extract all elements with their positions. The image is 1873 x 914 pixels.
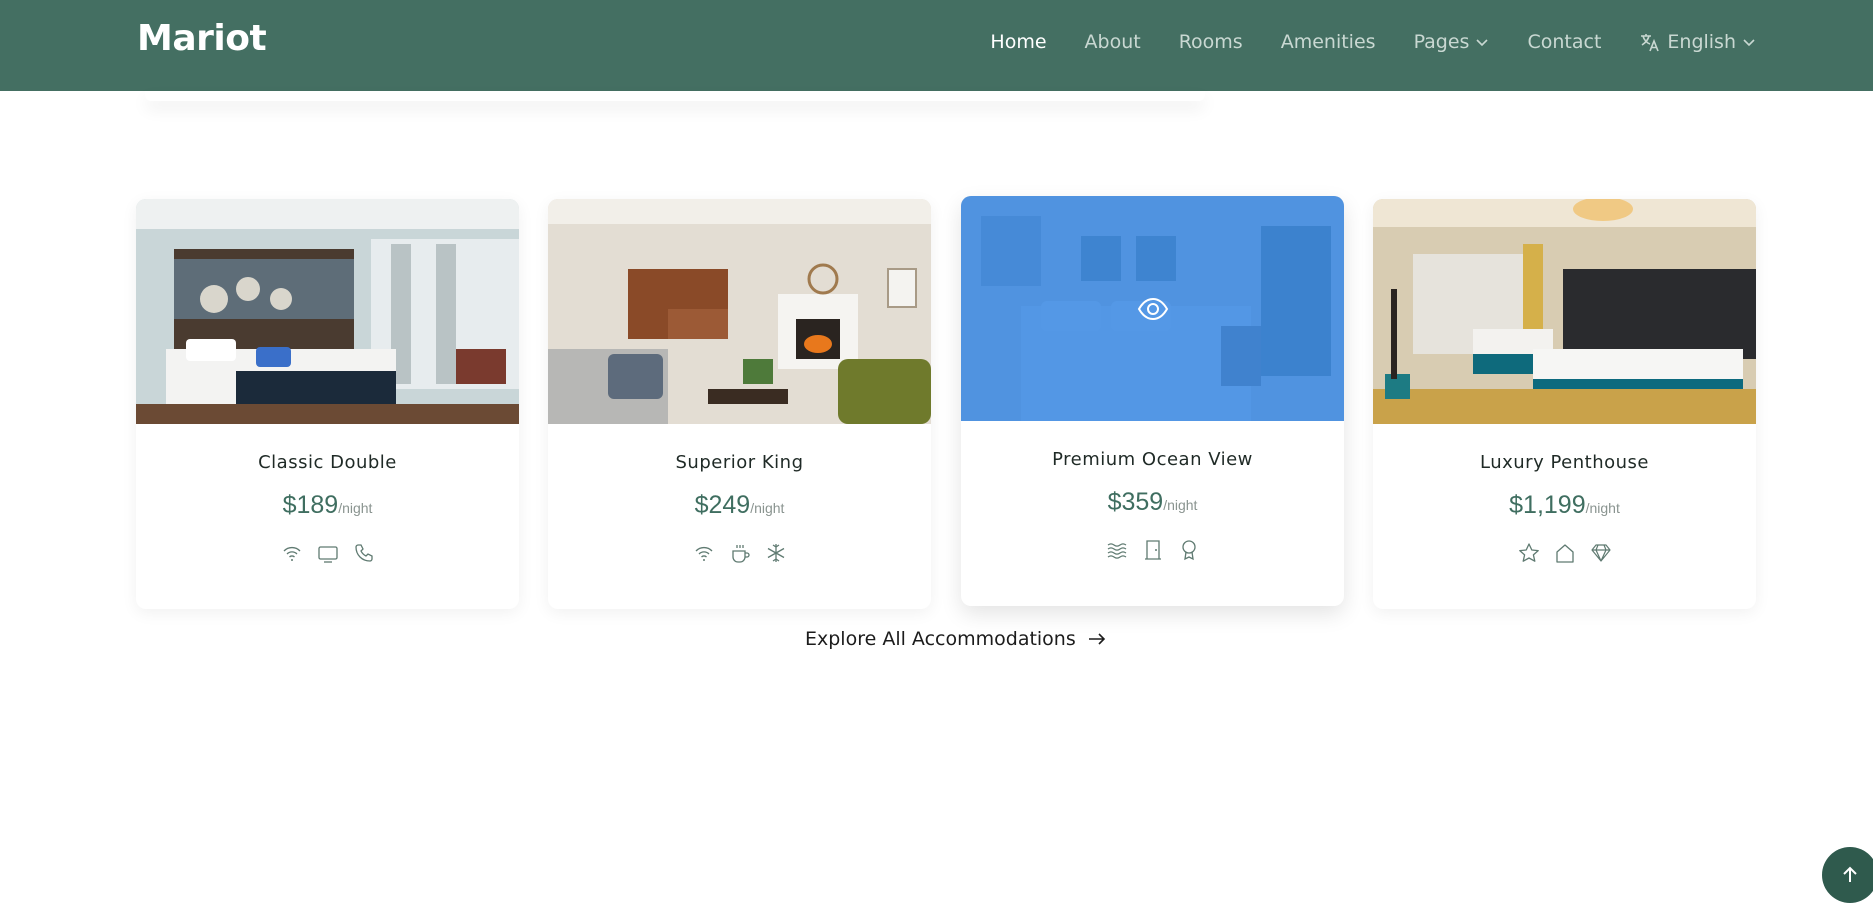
amenity-icons	[548, 542, 931, 564]
room-photo-classic-double	[136, 199, 519, 424]
back-to-top-button[interactable]	[1822, 847, 1873, 903]
wifi-icon	[693, 542, 715, 564]
amenity-icons	[961, 539, 1344, 561]
diamond-icon	[1590, 542, 1612, 564]
nav-item-amenities[interactable]: Amenities	[1281, 31, 1376, 53]
wifi-icon	[281, 542, 303, 564]
room-card[interactable]: Superior King $249/night	[548, 199, 931, 609]
nav-item-label: Home	[990, 31, 1047, 53]
main-nav: Home About Rooms Amenities Pages Contact…	[990, 0, 1756, 84]
coffee-icon	[729, 542, 751, 564]
waves-icon	[1106, 539, 1128, 561]
price-unit: /night	[1163, 497, 1198, 513]
brand-logo[interactable]: Mariot	[137, 18, 267, 59]
room-photo-luxury-penthouse	[1373, 199, 1756, 424]
price-amount: $189	[282, 491, 339, 519]
price-amount: $359	[1107, 488, 1164, 516]
award-icon	[1178, 539, 1200, 561]
tv-icon	[317, 542, 339, 564]
room-card[interactable]: Classic Double $189/night	[136, 199, 519, 609]
language-selector[interactable]: English	[1639, 31, 1756, 53]
home-icon	[1554, 542, 1576, 564]
search-panel-edge	[145, 91, 1205, 101]
room-price: $249/night	[548, 491, 931, 520]
nav-item-home[interactable]: Home	[990, 31, 1046, 53]
amenity-icons	[136, 542, 519, 564]
price-unit: /night	[1585, 500, 1620, 516]
phone-icon	[353, 542, 375, 564]
room-cards: Classic Double $189/night Superior King …	[136, 196, 1756, 609]
amenity-icons	[1373, 542, 1756, 564]
room-card[interactable]: Premium Ocean View $359/night	[961, 196, 1344, 606]
navbar: Mariot Home About Rooms Amenities Pages …	[0, 0, 1873, 91]
snowflake-icon	[765, 542, 787, 564]
explore-label: Explore All Accommodations	[805, 628, 1076, 650]
nav-item-label: Amenities	[1280, 31, 1376, 53]
explore-accommodations-link[interactable]: Explore All Accommodations	[805, 628, 1106, 650]
price-unit: /night	[750, 500, 785, 516]
room-title[interactable]: Luxury Penthouse	[1373, 452, 1756, 473]
chevron-down-icon	[1476, 39, 1489, 47]
room-photo[interactable]	[961, 196, 1344, 421]
room-photo[interactable]	[548, 199, 931, 424]
room-price: $189/night	[136, 491, 519, 520]
nav-item-label: Rooms	[1178, 31, 1243, 53]
language-label: English	[1667, 31, 1736, 53]
room-title[interactable]: Premium Ocean View	[961, 449, 1344, 470]
room-price: $359/night	[961, 488, 1344, 517]
nav-item-label: Contact	[1527, 31, 1602, 53]
arrow-up-icon	[1843, 866, 1857, 882]
nav-item-pages[interactable]: Pages	[1414, 31, 1490, 53]
arrow-right-icon	[1088, 633, 1105, 645]
room-title[interactable]: Classic Double	[136, 452, 519, 473]
photo-hover-overlay[interactable]	[961, 196, 1344, 421]
door-icon	[1142, 539, 1164, 561]
room-photo[interactable]	[1373, 199, 1756, 424]
translate-icon	[1641, 34, 1660, 52]
room-photo-superior-king	[548, 199, 931, 424]
price-amount: $1,199	[1509, 491, 1586, 519]
price-amount: $249	[694, 491, 751, 519]
price-unit: /night	[338, 500, 373, 516]
room-price: $1,199/night	[1373, 491, 1756, 520]
room-photo[interactable]	[136, 199, 519, 424]
nav-item-label: About	[1084, 31, 1141, 53]
nav-item-about[interactable]: About	[1085, 31, 1141, 53]
chevron-down-icon	[1743, 39, 1755, 47]
eye-icon[interactable]	[1137, 293, 1169, 325]
room-card[interactable]: Luxury Penthouse $1,199/night	[1373, 199, 1756, 609]
star-icon	[1518, 542, 1540, 564]
nav-item-rooms[interactable]: Rooms	[1179, 31, 1243, 53]
nav-item-contact[interactable]: Contact	[1527, 31, 1601, 53]
room-title[interactable]: Superior King	[548, 452, 931, 473]
nav-item-label: Pages	[1413, 31, 1470, 53]
